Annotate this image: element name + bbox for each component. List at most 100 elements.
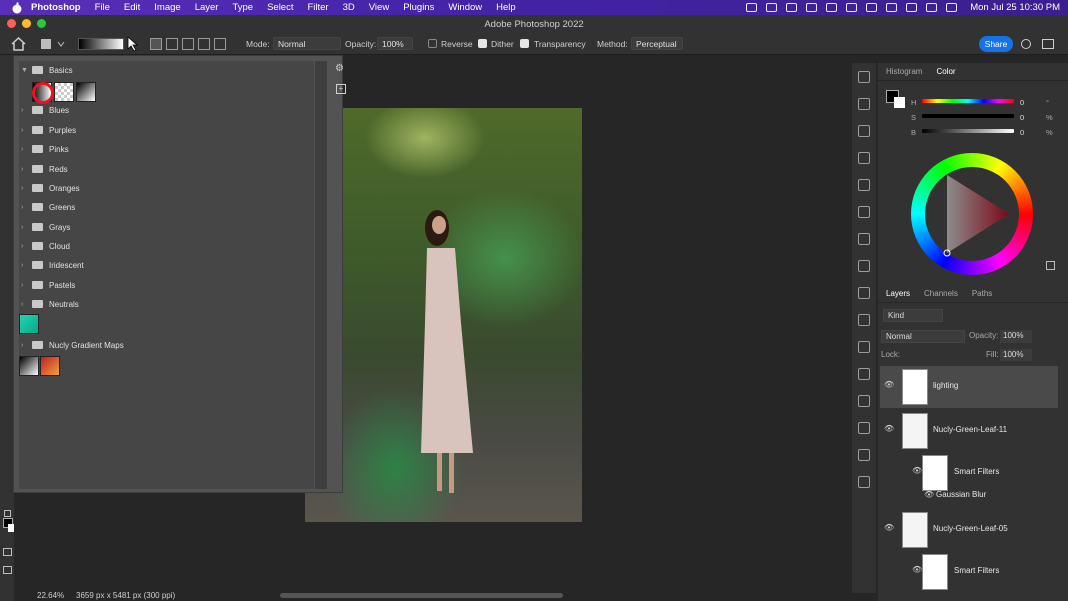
color-triangle[interactable]: [925, 167, 1019, 261]
s-value[interactable]: 0: [1020, 113, 1024, 122]
creative-cloud-icon[interactable]: [766, 3, 778, 12]
menu-file[interactable]: File: [95, 2, 110, 13]
chevron-right-icon[interactable]: ›: [21, 301, 29, 308]
paragraph-icon[interactable]: [858, 233, 870, 245]
gradient-swatch-teal[interactable]: [19, 314, 39, 334]
chevron-right-icon[interactable]: ›: [21, 127, 29, 134]
adjustments-icon[interactable]: [858, 287, 870, 299]
folder-blues[interactable]: › Blues: [21, 103, 69, 117]
battery-icon[interactable]: [906, 3, 918, 12]
home-icon[interactable]: [11, 37, 26, 51]
eye-icon[interactable]: 👁: [912, 565, 922, 574]
method-select[interactable]: Perceptual: [631, 37, 683, 50]
share-button[interactable]: Share: [979, 36, 1013, 52]
tool-preset-picker[interactable]: [41, 39, 65, 49]
menu-image[interactable]: Image: [154, 2, 180, 13]
chevron-right-icon[interactable]: ›: [21, 166, 29, 173]
document-info[interactable]: 3659 px x 5481 px (300 ppi): [76, 591, 175, 600]
menu-3d[interactable]: 3D: [343, 2, 355, 13]
sun-icon[interactable]: [858, 98, 870, 110]
layer-row-leaf-11[interactable]: 👁 Nucly-Green-Leaf-11: [880, 410, 1058, 452]
folder-reds[interactable]: › Reds: [21, 162, 68, 176]
gaussian-blur-row[interactable]: 👁 Gaussian Blur: [880, 487, 1058, 505]
spotlight-search-icon[interactable]: [926, 3, 938, 12]
chevron-right-icon[interactable]: ›: [21, 282, 29, 289]
linear-gradient-button[interactable]: [150, 38, 162, 50]
quick-mask-icon[interactable]: [3, 548, 12, 556]
chevron-right-icon[interactable]: ›: [21, 185, 29, 192]
chevron-right-icon[interactable]: ›: [21, 107, 29, 114]
menu-filter[interactable]: Filter: [307, 2, 328, 13]
brush-icon[interactable]: [858, 449, 870, 461]
layer-name[interactable]: Gaussian Blur: [936, 490, 986, 499]
brightness-slider[interactable]: [922, 129, 1014, 133]
angle-gradient-button[interactable]: [182, 38, 194, 50]
menu-help[interactable]: Help: [496, 2, 516, 13]
comments-icon[interactable]: [858, 71, 870, 83]
airplay-icon[interactable]: [826, 3, 838, 12]
layer-name[interactable]: Smart Filters: [954, 467, 999, 476]
mode-select[interactable]: Normal: [273, 37, 341, 50]
horizontal-scrollbar[interactable]: [280, 593, 563, 598]
zoom-window-button[interactable]: [37, 19, 46, 28]
sliders-icon[interactable]: [858, 476, 870, 488]
swap-colors-icon[interactable]: [4, 510, 11, 517]
history-icon[interactable]: [858, 422, 870, 434]
folder-greens[interactable]: › Greens: [21, 200, 75, 214]
folder-basics[interactable]: ▼ Basics: [21, 63, 73, 77]
screen-record-icon[interactable]: [746, 3, 758, 12]
folder-cloud[interactable]: › Cloud: [21, 239, 70, 253]
chevron-right-icon[interactable]: ›: [21, 146, 29, 153]
smart-filters-row[interactable]: 👁 Smart Filters: [880, 551, 1058, 593]
layer-name[interactable]: lighting: [933, 381, 958, 390]
gradients-icon[interactable]: [858, 368, 870, 380]
properties-icon[interactable]: [858, 152, 870, 164]
tab-histogram[interactable]: Histogram: [886, 67, 922, 76]
dropbox-icon[interactable]: [786, 3, 798, 12]
opacity-input[interactable]: 100%: [377, 37, 413, 50]
menu-type[interactable]: Type: [232, 2, 253, 13]
tab-color[interactable]: Color: [936, 67, 955, 76]
layer-name[interactable]: Nucly-Green-Leaf-11: [933, 425, 1007, 434]
menu-edit[interactable]: Edit: [124, 2, 140, 13]
chevron-down-icon[interactable]: ▼: [21, 67, 29, 74]
chevron-right-icon[interactable]: ›: [21, 204, 29, 211]
new-folder-icon[interactable]: +: [336, 84, 346, 94]
play-actions-icon[interactable]: [858, 395, 870, 407]
workspace-icon[interactable]: [1042, 39, 1054, 49]
b-value[interactable]: 0: [1020, 128, 1024, 137]
screen-mode-icon[interactable]: [3, 566, 12, 574]
layer-row-lighting[interactable]: 👁 lighting: [880, 366, 1058, 408]
dither-checkbox[interactable]: [478, 39, 487, 48]
gradient-picker[interactable]: [78, 38, 124, 50]
tab-paths[interactable]: Paths: [972, 289, 992, 298]
eye-icon[interactable]: 👁: [884, 523, 894, 532]
reverse-checkbox[interactable]: [428, 39, 437, 48]
app-menu[interactable]: Photoshop: [31, 2, 81, 13]
bluetooth-icon[interactable]: [866, 3, 878, 12]
folder-nucly-gradient-maps[interactable]: › Nucly Gradient Maps: [21, 338, 124, 352]
menu-select[interactable]: Select: [267, 2, 293, 13]
menubar-clock[interactable]: Mon Jul 25 10:30 PM: [970, 2, 1060, 13]
glyphs-icon[interactable]: [858, 260, 870, 272]
swatches-icon[interactable]: [858, 341, 870, 353]
folder-oranges[interactable]: › Oranges: [21, 181, 80, 195]
search-icon[interactable]: [1021, 39, 1031, 49]
transparency-checkbox[interactable]: [520, 39, 529, 48]
chevron-right-icon[interactable]: ›: [21, 342, 29, 349]
gear-icon[interactable]: ⚙: [335, 63, 347, 75]
folder-neutrals[interactable]: › Neutrals: [21, 297, 79, 311]
h-value[interactable]: 0: [1020, 98, 1024, 107]
menu-plugins[interactable]: Plugins: [403, 2, 434, 13]
layer-opacity-input[interactable]: 100%: [1000, 330, 1032, 343]
folder-pastels[interactable]: › Pastels: [21, 278, 75, 292]
chevron-right-icon[interactable]: ›: [21, 224, 29, 231]
gradient-swatch-black-white-2[interactable]: [76, 82, 96, 102]
close-window-button[interactable]: [7, 19, 16, 28]
fill-input[interactable]: 100%: [1000, 349, 1032, 361]
layer-row-leaf-05[interactable]: 👁 Nucly-Green-Leaf-05: [880, 509, 1058, 551]
layer-name[interactable]: Nucly-Green-Leaf-05: [933, 524, 1008, 533]
background-color-chip[interactable]: [894, 97, 905, 108]
radial-gradient-button[interactable]: [166, 38, 178, 50]
menu-layer[interactable]: Layer: [195, 2, 219, 13]
